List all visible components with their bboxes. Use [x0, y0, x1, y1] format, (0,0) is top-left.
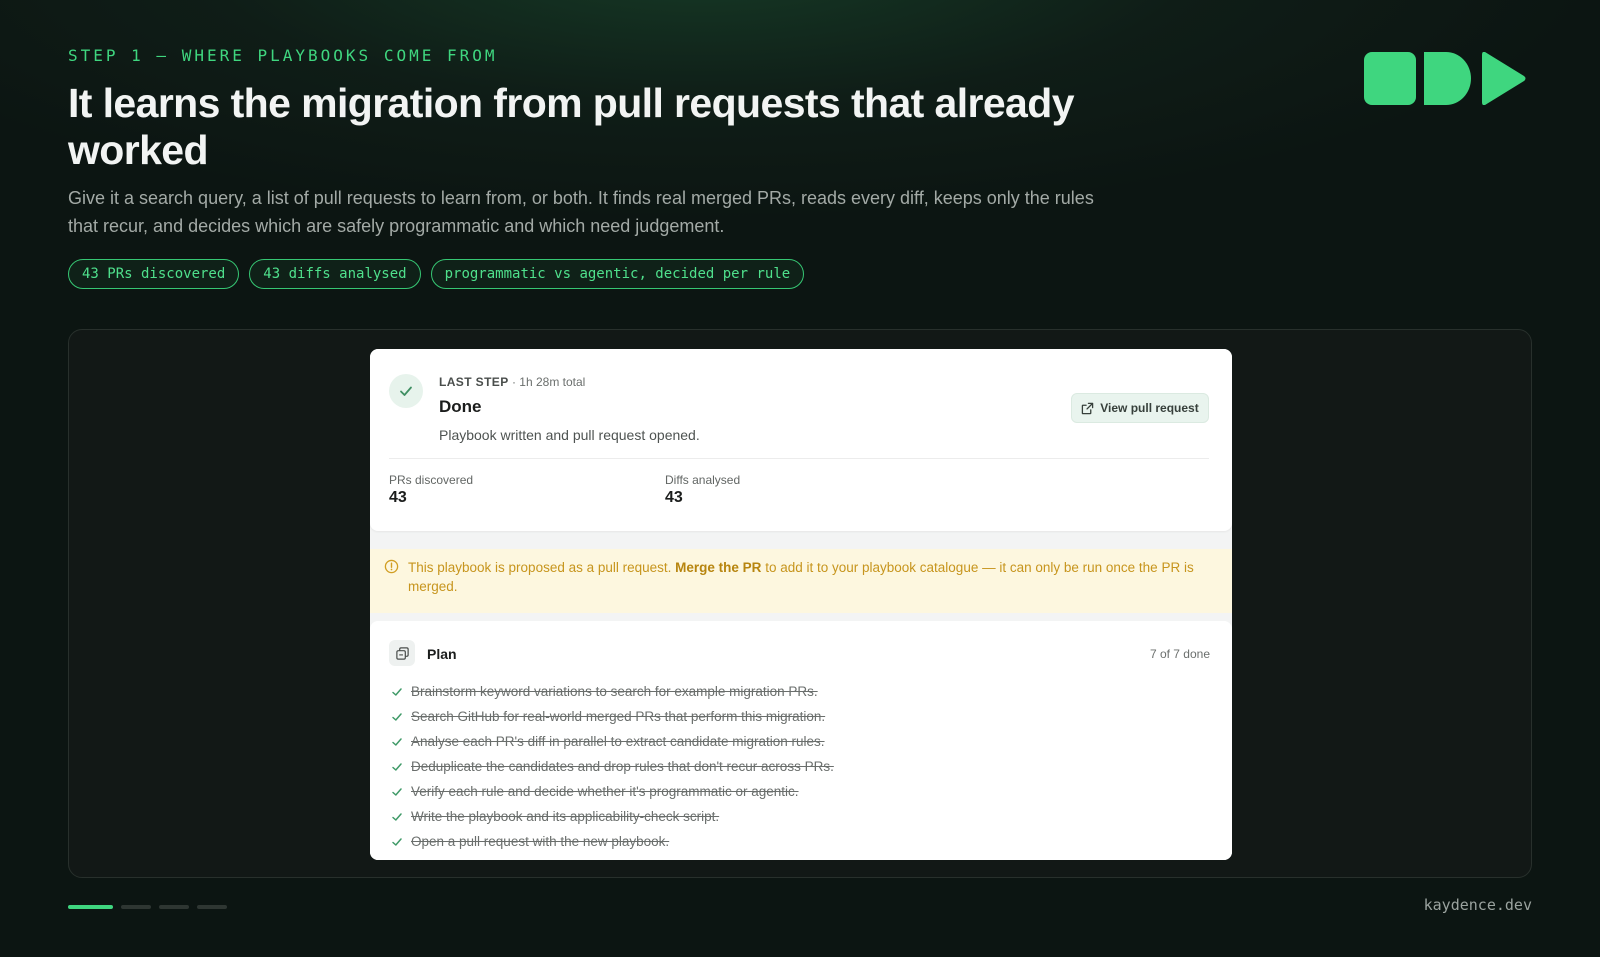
check-icon — [392, 787, 402, 796]
footer-brand: kaydence.dev — [1423, 896, 1532, 914]
plan-item: Deduplicate the candidates and drop rule… — [391, 754, 834, 779]
progress-segment[interactable] — [197, 905, 227, 909]
plan-item: Verify each rule and decide whether it's… — [391, 779, 834, 804]
step-eyebrow: STEP 1 — WHERE PLAYBOOKS COME FROM — [68, 46, 498, 65]
plan-item-text: Deduplicate the candidates and drop rule… — [411, 759, 834, 774]
check-icon — [392, 687, 402, 696]
plan-item-text: Write the playbook and its applicability… — [411, 809, 720, 824]
plan-item: Analyse each PR's diff in parallel to ex… — [391, 729, 834, 754]
stat-label-prs: PRs discovered — [389, 473, 474, 487]
brand-logo — [1364, 52, 1526, 105]
page-subtitle: Give it a search query, a list of pull r… — [68, 188, 1094, 236]
done-check-icon — [389, 374, 423, 408]
stat-value-prs: 43 — [389, 489, 407, 506]
stop-icon — [1364, 52, 1416, 105]
step-label: LAST STEP — [439, 375, 509, 389]
plan-item: Brainstorm keyword variations to search … — [391, 679, 834, 704]
stat-value-diffs: 43 — [665, 489, 683, 506]
plan-item-text: Verify each rule and decide whether it's… — [411, 784, 799, 799]
pill-prs-discovered: 43 PRs discovered — [68, 259, 240, 289]
record-icon — [1424, 52, 1471, 105]
plan-title: Plan — [427, 646, 457, 662]
plan-list: Brainstorm keyword variations to search … — [391, 679, 834, 854]
pill-programmatic-vs-agentic: programmatic vs agentic, decided per rul… — [430, 259, 805, 289]
plan-progress-count: 7 of 7 done — [1149, 647, 1210, 661]
progress-segment[interactable] — [121, 905, 151, 909]
check-icon — [392, 762, 402, 771]
slide-progress — [68, 905, 227, 909]
page-title: It learns the migration from pull reques… — [68, 80, 1075, 173]
check-icon — [392, 712, 402, 721]
step-duration: · 1h 28m total — [511, 375, 586, 389]
plan-item: Search GitHub for real-world merged PRs … — [391, 704, 834, 729]
external-link-icon — [1081, 402, 1094, 414]
plan-item-text: Open a pull request with the new playboo… — [411, 834, 670, 849]
plan-item-text: Analyse each PR's diff in parallel to ex… — [411, 734, 825, 749]
last-step-card: LAST STEP · 1h 28m total Done Playbook w… — [370, 349, 1232, 531]
check-icon — [392, 737, 402, 746]
plan-item-text: Brainstorm keyword variations to search … — [411, 684, 818, 699]
check-icon — [392, 837, 402, 846]
info-icon — [384, 559, 399, 574]
plan-item: Write the playbook and its applicability… — [391, 804, 834, 829]
plan-item-text: Search GitHub for real-world merged PRs … — [411, 709, 826, 724]
step-header: LAST STEP · 1h 28m total — [439, 375, 585, 389]
step-title: Done — [439, 397, 482, 416]
check-icon — [392, 812, 402, 821]
pill-diffs-analysed: 43 diffs analysed — [249, 259, 421, 289]
plan-item: Open a pull request with the new playboo… — [391, 829, 834, 854]
stat-pills: 43 PRs discovered 43 diffs analysed prog… — [68, 259, 805, 289]
merge-notice: This playbook is proposed as a pull requ… — [370, 549, 1232, 613]
stat-label-diffs: Diffs analysed — [665, 473, 741, 487]
plan-icon — [389, 640, 415, 666]
view-pull-request-label: View pull request — [1100, 401, 1199, 415]
app-screenshot: LAST STEP · 1h 28m total Done Playbook w… — [370, 349, 1232, 860]
progress-segment-active[interactable] — [68, 905, 113, 909]
screenshot-frame: LAST STEP · 1h 28m total Done Playbook w… — [68, 329, 1532, 878]
merge-pr-link[interactable]: Merge the PR — [675, 560, 761, 575]
play-icon — [1482, 52, 1526, 105]
step-description: Playbook written and pull request opened… — [439, 427, 700, 443]
progress-segment[interactable] — [159, 905, 189, 909]
notice-text-before: This playbook is proposed as a pull requ… — [408, 560, 676, 575]
view-pull-request-button[interactable]: View pull request — [1071, 393, 1209, 423]
plan-card: Plan 7 of 7 done Brainstorm keyword vari… — [370, 621, 1232, 860]
divider — [389, 458, 1209, 459]
